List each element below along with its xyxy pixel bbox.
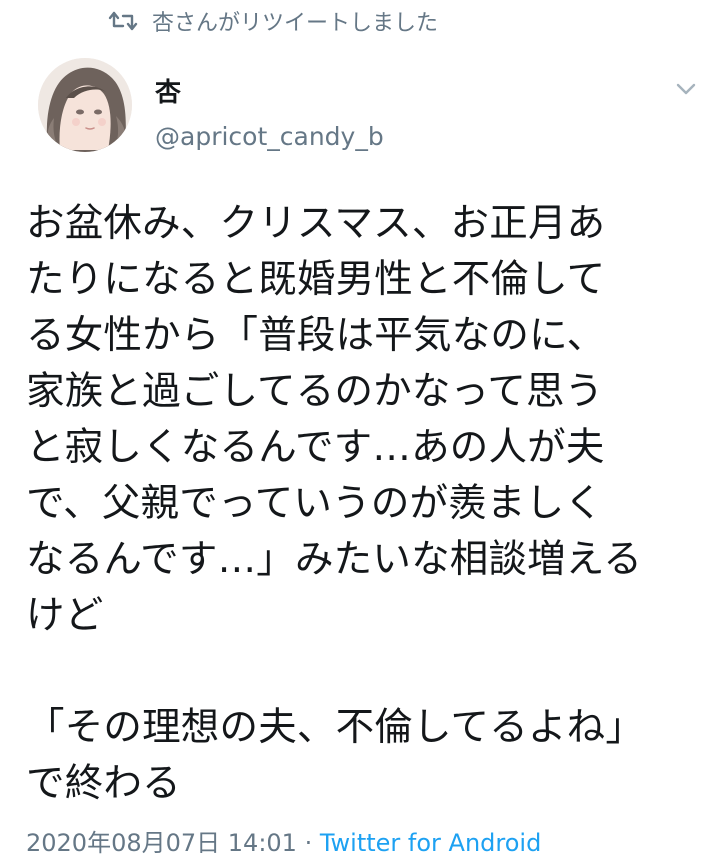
retweet-context-text: 杏さんがリツイートしました xyxy=(152,11,439,36)
tweet-line: けど xyxy=(26,593,104,638)
tweet-source-link[interactable]: Twitter for Android xyxy=(320,829,541,857)
tweet-line: お盆休み、クリスマス、お正月あ xyxy=(26,201,606,246)
tweet-line: で終わる xyxy=(26,761,181,806)
author-display-name[interactable]: 杏 xyxy=(155,72,181,109)
tweet-line: なるんです…」みたいな相談増える xyxy=(26,537,643,582)
tweet-line: と寂しくなるんです…あの人が夫 xyxy=(26,425,605,470)
chevron-down-icon[interactable] xyxy=(672,78,700,100)
retweet-context[interactable]: 杏さんがリツイートしました xyxy=(108,4,438,38)
tweet-meta: 2020年08月07日 14:01 · Twitter for Android xyxy=(26,823,541,858)
tweet-line: 家族と過ごしてるのかなって思う xyxy=(26,369,604,414)
retweet-icon xyxy=(108,9,138,33)
avatar[interactable] xyxy=(38,58,132,152)
tweet-line: たりになると既婚男性と不倫して xyxy=(26,257,606,302)
avatar-illustration xyxy=(38,58,132,152)
tweet-text: お盆休み、クリスマス、お正月あ たりになると既婚男性と不倫して る女性から「普段… xyxy=(26,196,706,812)
tweet-line: で、父親でっていうのが羨ましく xyxy=(26,481,604,526)
tweet-line: 「その理想の夫、不倫してるよね」 xyxy=(26,705,645,750)
author-handle[interactable]: @apricot_candy_b xyxy=(155,122,384,151)
tweet-line: る女性から「普段は平気なのに、 xyxy=(26,313,606,358)
tweet-timestamp[interactable]: 2020年08月07日 14:01 xyxy=(26,829,297,857)
meta-separator: · xyxy=(296,829,320,857)
